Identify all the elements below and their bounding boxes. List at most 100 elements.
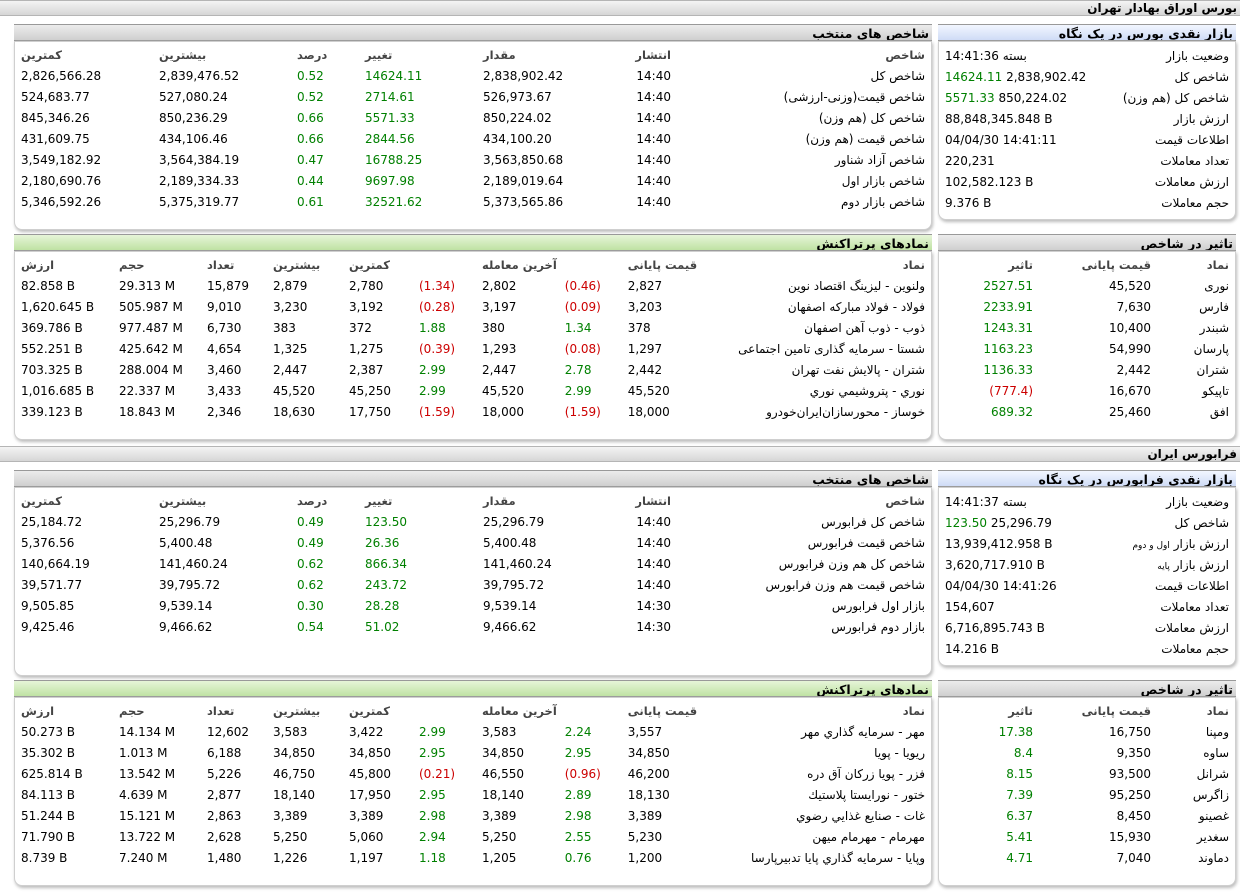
active-cell: 9,010 <box>207 299 242 314</box>
impact-cell[interactable]: پارسان <box>1155 338 1233 359</box>
glance-label-text: ارزش معاملات <box>1154 620 1229 635</box>
indices-row: بازار دوم فرابورس 14:30 9,466.62 51.02 0.54 9… <box>17 616 929 637</box>
active-cell: 977.487 M <box>119 320 183 335</box>
indices-cell[interactable]: شاخص قیمت(وزنی-ارزشی) <box>675 86 929 107</box>
active-cell: 1,275 <box>349 341 384 356</box>
impact-cell[interactable]: شرانل <box>1155 763 1233 784</box>
indices-cell: 9,539.14 <box>483 598 537 613</box>
impact-row: افق 25,460 689.32 <box>941 401 1233 422</box>
active-cell: 15,879 <box>207 278 249 293</box>
indices-cell[interactable]: شاخص کل هم وزن فرابورس <box>675 553 929 574</box>
active-cell: 2.55 <box>564 829 592 844</box>
active-cell: 18,140 <box>482 787 524 802</box>
active-cell: 1.88 <box>419 320 446 335</box>
active-cell[interactable]: وپايا - سرمايه گذاري پايا تدبيرپارسا <box>701 847 929 868</box>
impact-cell: 6.37 <box>1006 808 1033 823</box>
active-header: آخرین معامله <box>482 258 557 272</box>
glance-label-text: اطلاعات قیمت <box>1154 578 1229 593</box>
impact-cell[interactable]: شتران <box>1155 359 1233 380</box>
impact-cell[interactable]: نوری <box>1155 275 1233 296</box>
glance-label-text: حجم معاملات <box>1161 195 1229 210</box>
indices-cell[interactable]: شاخص بازار دوم <box>675 191 929 212</box>
indices-header: بیشترین <box>159 494 207 508</box>
indices-cell: 2844.56 <box>365 131 415 146</box>
glance-change: 5571.33 <box>945 90 995 105</box>
ifb-glance-title: بازار نقدی فرابورس در یک نگاه <box>938 470 1236 487</box>
active-cell: (0.09) <box>564 299 601 314</box>
active-cell[interactable]: ذوب - ذوب آهن اصفهان <box>701 317 929 338</box>
impact-row: شرانل 93,500 8.15 <box>941 763 1233 784</box>
active-cell[interactable]: فولاد - فولاد مبارکه اصفهان <box>701 296 929 317</box>
impact-cell[interactable]: تاپیکو <box>1155 380 1233 401</box>
glance-label-text: ارزش معاملات <box>1154 174 1229 189</box>
active-cell[interactable]: مهرمام - مهرمام میهن <box>701 826 929 847</box>
indices-header: مقدار <box>483 48 516 62</box>
glance-value-text: 102,582.123 B <box>945 174 1034 189</box>
active-cell[interactable]: شتران - پالایش نفت تهران <box>701 359 929 380</box>
impact-cell: 2527.51 <box>983 278 1033 293</box>
indices-cell: 526,973.67 <box>483 89 552 104</box>
active-cell[interactable]: ریویا - پویا <box>701 742 929 763</box>
indices-cell[interactable]: بازار دوم فرابورس <box>675 616 929 637</box>
indices-cell: 14:30 <box>636 619 671 634</box>
indices-cell: 2,189,019.64 <box>483 173 564 188</box>
tse-glance-panel: بازار نقدی بورس در یک نگاه وضعیت بازار بس… <box>938 24 1236 220</box>
indices-cell: 9,539.14 <box>159 598 213 613</box>
indices-row: شاخص کل (هم وزن) 14:40 850,224.02 5571.33 0.… <box>17 107 929 128</box>
active-cell: 5,060 <box>349 829 384 844</box>
impact-cell: 689.32 <box>991 404 1033 419</box>
active-cell[interactable]: فزر - پويا زركان آق دره <box>701 763 929 784</box>
impact-row: شتران 2,442 1136.33 <box>941 359 1233 380</box>
impact-cell[interactable]: فارس <box>1155 296 1233 317</box>
impact-cell[interactable]: غصینو <box>1155 805 1233 826</box>
glance-value: 04/04/30 14:41:11 <box>941 129 1107 150</box>
indices-cell[interactable]: شاخص کل فرابورس <box>675 511 929 532</box>
tse-impact-table: نماد قیمت پایانی تاثیر نوری 45,520 2527.51 فار… <box>941 255 1233 422</box>
active-cell[interactable]: خوساز - محورسازان‌ایران‌خودرو <box>701 401 929 422</box>
glance-value: 04/04/30 14:41:26 <box>941 575 1107 596</box>
active-cell: 18,000 <box>482 404 524 419</box>
active-header: کمترین <box>349 704 390 718</box>
impact-cell[interactable]: زاگرس <box>1155 784 1233 805</box>
impact-cell[interactable]: دماوند <box>1155 847 1233 868</box>
indices-cell[interactable]: شاخص قیمت (هم وزن) <box>675 128 929 149</box>
active-cell[interactable]: غات - صنايع غذايي رضوي <box>701 805 929 826</box>
impact-cell[interactable]: ومپنا <box>1155 721 1233 742</box>
impact-cell[interactable]: ساوه <box>1155 742 1233 763</box>
ifb-impact-panel: تاثیر در شاخص نماد قیمت پایانی تاثیر ومپنا 1… <box>938 680 1236 886</box>
impact-cell[interactable]: سغدیر <box>1155 826 1233 847</box>
indices-cell[interactable]: شاخص بازار اول <box>675 170 929 191</box>
glance-row: شاخص کل 123.50 25,296.79 <box>941 512 1233 533</box>
indices-cell: 16788.25 <box>365 152 423 167</box>
impact-cell: 8.15 <box>1006 766 1033 781</box>
impact-cell[interactable]: شبندر <box>1155 317 1233 338</box>
glance-row: ارزش بازار پایه 3,620,717.910 B <box>941 554 1233 575</box>
active-header: بیشترین <box>273 258 321 272</box>
ifb-indices-panel: شاخص های منتخب شاخص انتشار مقدار تغییر درصد ب… <box>14 470 932 676</box>
indices-cell[interactable]: بازار اول فرابورس <box>675 595 929 616</box>
active-cell[interactable]: نوري - پتروشیمي نوري <box>701 380 929 401</box>
glance-label-text: اطلاعات قیمت <box>1154 132 1229 147</box>
impact-row: نوری 45,520 2527.51 <box>941 275 1233 296</box>
active-cell: 46,750 <box>273 766 315 781</box>
active-cell[interactable]: ختور - نورايستا پلاستيك <box>701 784 929 805</box>
indices-cell[interactable]: شاخص آزاد شناور <box>675 149 929 170</box>
active-cell[interactable]: ولنوین - لیزینگ اقتصاد نوین <box>701 275 929 296</box>
indices-cell[interactable]: شاخص قیمت هم وزن فرابورس <box>675 574 929 595</box>
glance-label: شاخص کل <box>1107 66 1233 87</box>
active-cell[interactable]: شستا - سرمایه گذاری تامین اجتماعی <box>701 338 929 359</box>
active-cell[interactable]: مهر - سرمایه گذاري مهر <box>701 721 929 742</box>
glance-label-text: تعداد معاملات <box>1160 153 1229 168</box>
ifb-active-panel: نمادهای پرتراکنش نماد قیمت پایانی آخرین مع… <box>14 680 932 886</box>
active-cell: 13.722 M <box>119 829 176 844</box>
indices-cell[interactable]: شاخص قیمت فرابورس <box>675 532 929 553</box>
active-cell: 2.89 <box>564 787 592 802</box>
indices-cell[interactable]: شاخص کل <box>675 65 929 86</box>
active-row: ذوب - ذوب آهن اصفهان 378 1.34 380 1.88 372 383… <box>17 317 929 338</box>
glance-value: 102,582.123 B <box>941 171 1107 192</box>
impact-cell[interactable]: افق <box>1155 401 1233 422</box>
active-cell: 12,602 <box>207 724 249 739</box>
glance-row: حجم معاملات 9.376 B <box>941 192 1233 213</box>
indices-cell[interactable]: شاخص کل (هم وزن) <box>675 107 929 128</box>
glance-row: تعداد معاملات 220,231 <box>941 150 1233 171</box>
